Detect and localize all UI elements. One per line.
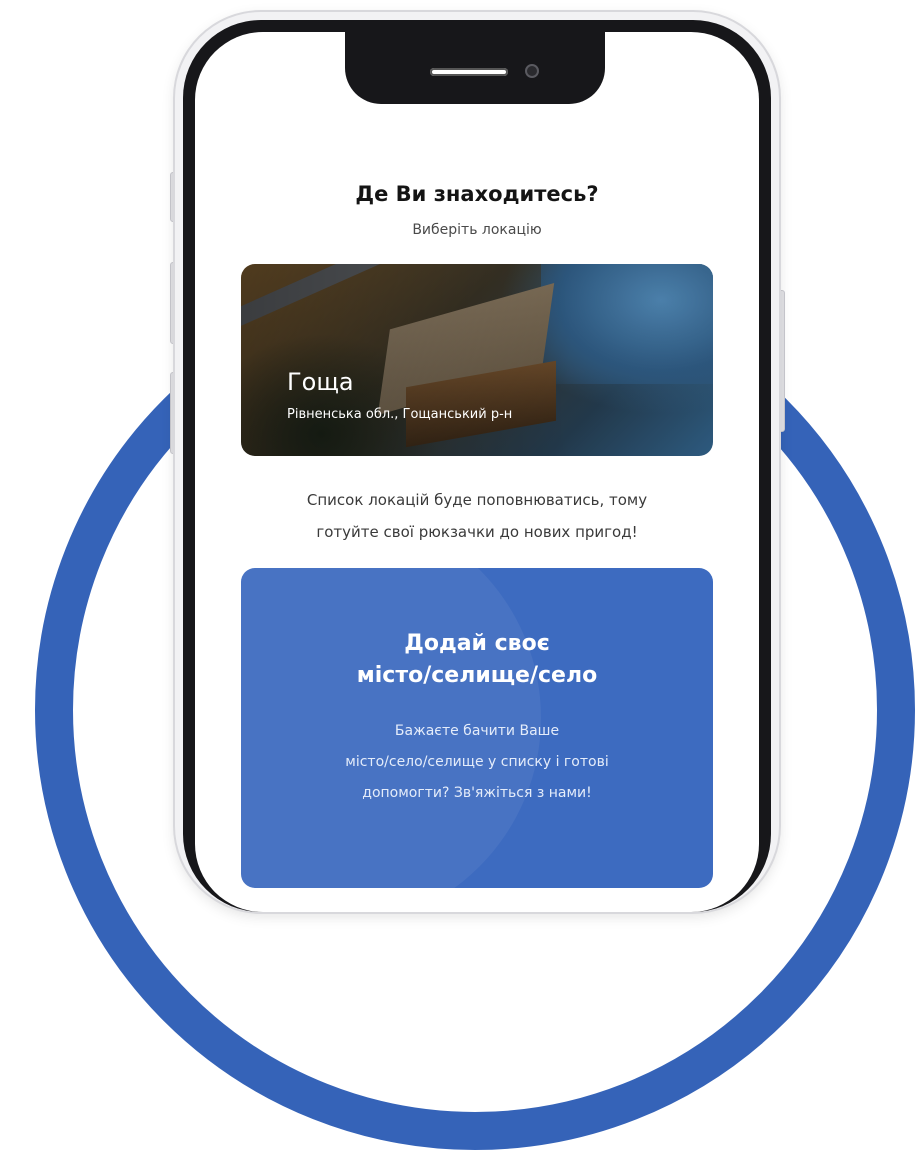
phone-bezel: Де Ви знаходитесь? Виберіть локацію Гоща… xyxy=(183,20,771,912)
speaker-icon xyxy=(430,68,508,76)
cta-title-line-1: Додай своє xyxy=(404,631,550,656)
locations-note-line-1: Список локацій буде поповнюватись, тому xyxy=(306,491,648,509)
cta-text-line-3: допомогти? Зв'яжіться з нами! xyxy=(362,785,592,801)
cta-text-line-1: Бажаєте бачити Ваше xyxy=(394,723,560,739)
locations-note: Список локацій буде поповнюватись, тому … xyxy=(235,484,719,548)
location-name: Гоща xyxy=(287,368,354,396)
phone-frame: Де Ви знаходитесь? Виберіть локацію Гоща… xyxy=(175,12,779,912)
location-photo-overlay xyxy=(241,264,713,456)
cta-title: Додай своє місто/селище/село xyxy=(241,628,713,692)
phone-screen: Де Ви знаходитесь? Виберіть локацію Гоща… xyxy=(195,32,759,912)
add-location-card[interactable]: Додай своє місто/селище/село Бажаєте бач… xyxy=(241,568,713,888)
camera-icon xyxy=(525,64,539,78)
cta-title-line-2: місто/селище/село xyxy=(356,663,598,688)
cta-description: Бажаєте бачити Ваше місто/село/селище у … xyxy=(281,716,673,809)
location-region: Рівненська обл., Гощанський р-н xyxy=(287,407,513,422)
phone-notch xyxy=(345,32,605,104)
page-title: Де Ви знаходитесь? xyxy=(355,182,599,206)
locations-note-line-2: готуйте свої рюкзачки до нових пригод! xyxy=(316,523,638,541)
location-card-goshcha[interactable]: Гоща Рівненська обл., Гощанський р-н xyxy=(241,264,713,456)
cta-text-line-2: місто/село/селище у списку і готові xyxy=(345,754,609,770)
page-subtitle: Виберіть локацію xyxy=(412,222,542,238)
